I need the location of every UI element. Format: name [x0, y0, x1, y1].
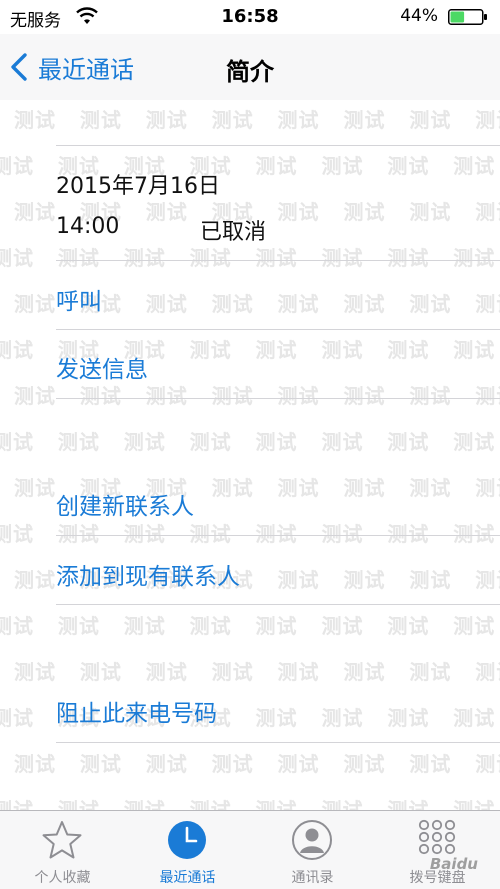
watermark-row: 测试 测试 测试 测试 测试 测试 测试 测试 测试 — [0, 246, 500, 270]
battery-percent: 44% — [400, 6, 438, 26]
watermark-row: 测试 测试 测试 测试 测试 测试 测试 测试 测试 — [0, 522, 500, 546]
battery-icon — [448, 9, 487, 25]
contacts-icon — [292, 820, 332, 860]
tab-label: 最近通话 — [159, 870, 216, 886]
tab-favorites[interactable]: 个人收藏 — [0, 811, 125, 889]
tab-label: 个人收藏 — [34, 870, 91, 886]
block-caller-button[interactable]: 阻止此来电号码 — [56, 694, 217, 728]
clock-icon — [168, 821, 206, 859]
tab-contacts[interactable]: 通讯录 — [250, 811, 375, 889]
status-bar: 无服务 16:58 44% — [0, 0, 500, 34]
call-status: 已取消 — [200, 220, 267, 245]
watermark-row: 测试 测试 测试 测试 测试 测试 测试 测试 测试 — [0, 798, 500, 810]
watermark-row: 测试 测试 测试 测试 测试 测试 测试 测试 测试 — [14, 752, 500, 776]
create-new-contact-button[interactable]: 创建新联系人 — [56, 487, 194, 521]
call-detail-content: 测试 测试 测试 测试 测试 测试 测试 测试 测试测试 测试 测试 测试 测试… — [0, 100, 500, 810]
tab-label: 通讯录 — [291, 870, 334, 886]
watermark-row: 测试 测试 测试 测试 测试 测试 测试 测试 测试 — [14, 108, 500, 132]
separator — [56, 398, 500, 399]
separator — [56, 604, 500, 605]
navigation-bar: 最近通话 简介 — [0, 34, 500, 101]
call-date: 2015年7月16日 — [56, 174, 220, 199]
watermark-row: 测试 测试 测试 测试 测试 测试 测试 测试 测试 — [0, 430, 500, 454]
page-title: 简介 — [226, 58, 274, 86]
tab-recents[interactable]: 最近通话 — [125, 811, 250, 889]
tab-bar: 个人收藏 最近通话 通讯录 拨号键盘 Baidu — [0, 810, 500, 889]
tab-keypad[interactable]: 拨号键盘 — [375, 811, 500, 889]
separator — [56, 260, 500, 261]
watermark-row: 测试 测试 测试 测试 测试 测试 测试 测试 测试 — [14, 384, 500, 408]
call-button[interactable]: 呼叫 — [56, 282, 102, 316]
separator — [56, 329, 500, 330]
separator — [56, 535, 500, 536]
separator — [56, 145, 500, 146]
star-icon — [42, 821, 82, 859]
send-message-button[interactable]: 发送信息 — [56, 350, 148, 384]
watermark-row: 测试 测试 测试 测试 测试 测试 测试 测试 测试 — [14, 660, 500, 684]
add-to-existing-contact-button[interactable]: 添加到现有联系人 — [56, 557, 240, 591]
call-time: 14:00 — [56, 214, 120, 239]
separator — [56, 742, 500, 743]
watermark-row: 测试 测试 测试 测试 测试 测试 测试 测试 测试 — [0, 614, 500, 638]
site-watermark-logo: Baidu — [429, 855, 478, 873]
